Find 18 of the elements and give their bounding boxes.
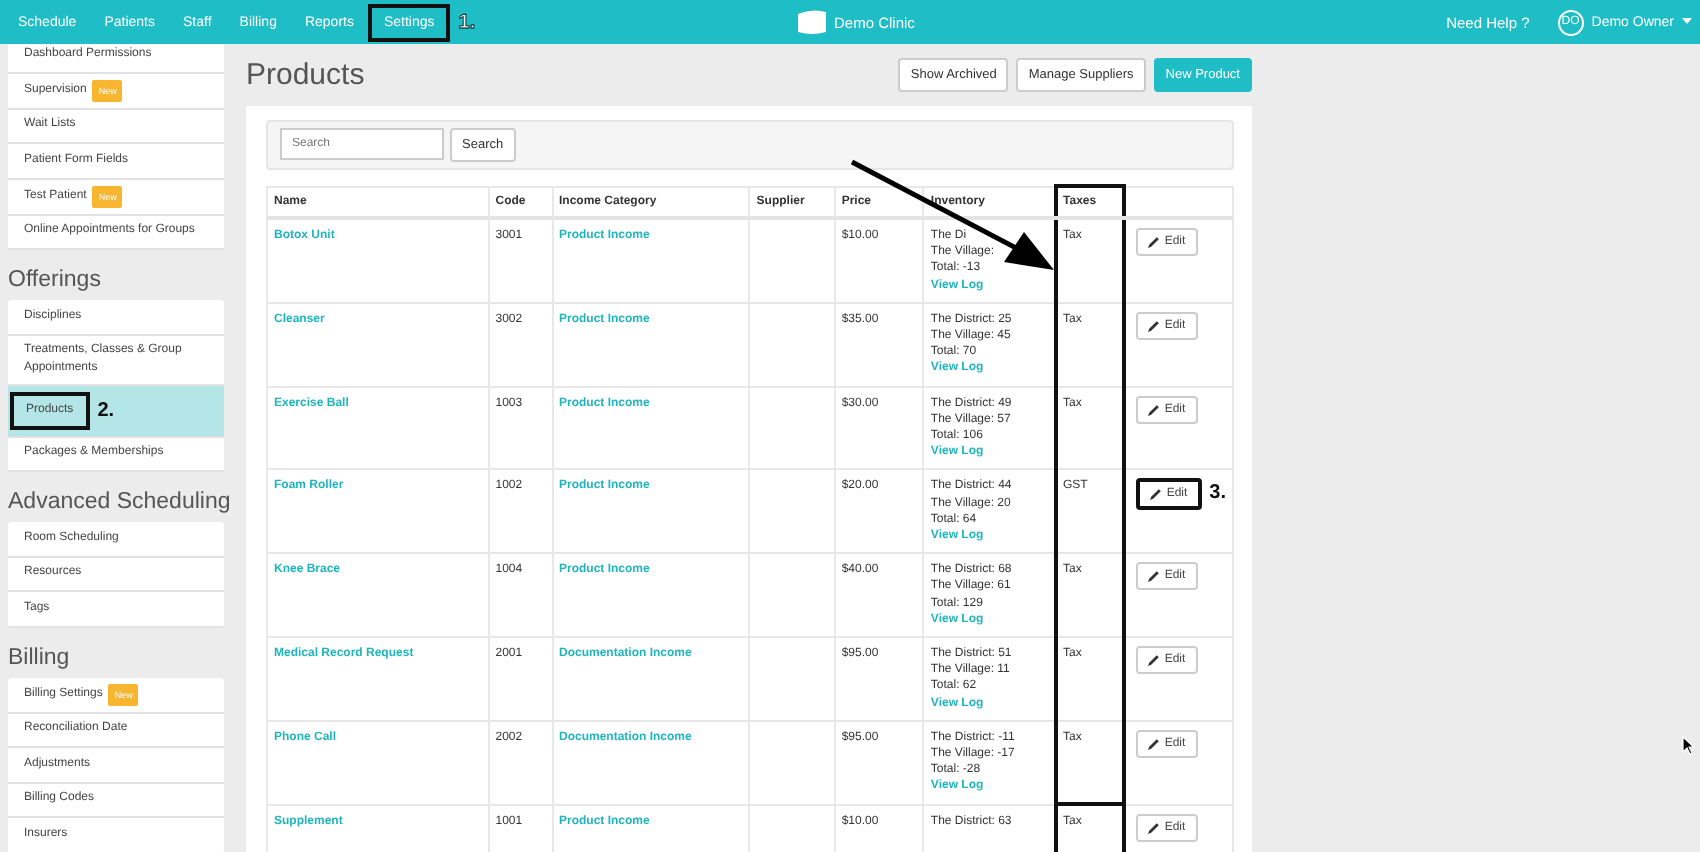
page-title: Products [246, 58, 365, 92]
caret-icon [1682, 18, 1692, 26]
mouse-cursor-icon [1682, 736, 1696, 756]
section-heading: Billing [8, 645, 72, 669]
pencil-icon [1148, 236, 1161, 248]
section-heading: Advanced Scheduling [8, 490, 224, 514]
pencil-icon [1148, 570, 1161, 583]
pencil-icon [1148, 654, 1161, 667]
pencil-icon [1148, 319, 1161, 332]
pencil-icon [1148, 403, 1161, 416]
pencil-icon [1148, 821, 1161, 834]
annotation-number: 1. [458, 11, 476, 33]
annotation-number: 2. [97, 401, 115, 419]
section-heading: Offerings [8, 268, 103, 292]
pencil-icon [1148, 737, 1161, 750]
pencil-icon [1150, 488, 1163, 501]
logo-icon [796, 8, 828, 36]
annotation-number: 3. [1209, 486, 1226, 504]
